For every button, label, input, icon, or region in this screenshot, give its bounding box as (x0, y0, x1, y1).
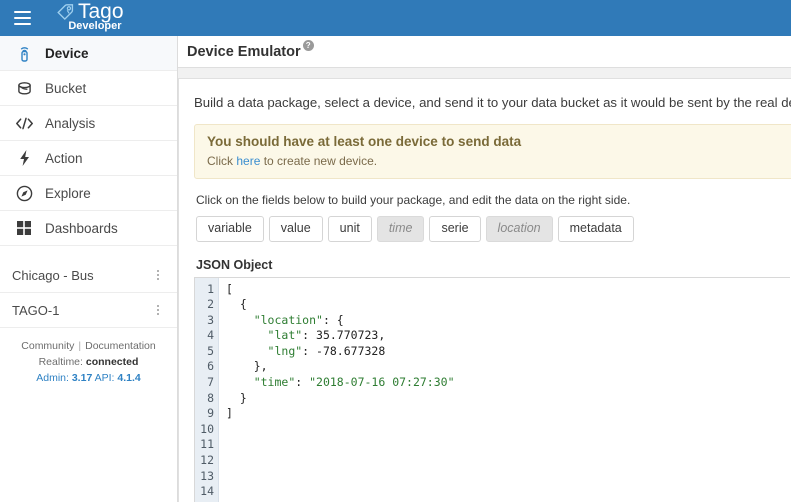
kebab-menu-icon[interactable] (151, 304, 165, 316)
bucket-icon (14, 78, 34, 98)
line-number: 3 (207, 312, 214, 327)
code-line: ] (226, 406, 233, 421)
emulator-card: Build a data package, select a device, a… (178, 78, 791, 502)
code-line: } (226, 390, 247, 405)
realtime-label: Realtime: (38, 356, 83, 368)
device-sensor-icon (14, 43, 34, 63)
line-number: 5 (207, 343, 214, 358)
editor-code-area[interactable]: [ { "location": { "lat": 35.770723, "lng… (219, 278, 790, 502)
version-row: Admin: 3.17 API: 4.1.4 (0, 370, 177, 386)
footer-separator: | (78, 340, 82, 352)
code-line: }, (226, 359, 268, 374)
chip-metadata[interactable]: metadata (557, 216, 634, 242)
brand-logo-area[interactable]: Tago Developer (55, 1, 124, 32)
json-editor[interactable]: 1 2 3 4 5 6 7 8 9 10 11 12 13 14 15 [ { (194, 276, 790, 502)
code-line: "lat": 35.770723, (267, 328, 386, 343)
device-name: Chicago - Bus (12, 267, 94, 283)
line-number: 12 (200, 453, 214, 468)
line-number: 14 (200, 484, 214, 499)
page-title: Device Emulator (187, 43, 301, 60)
grid-squares-icon (14, 218, 34, 238)
intro-text: Build a data package, select a device, a… (194, 95, 791, 110)
editor-line-numbers: 1 2 3 4 5 6 7 8 9 10 11 12 13 14 15 (195, 277, 219, 502)
code-line: "location": { (253, 312, 344, 327)
realtime-status-row: Realtime: connected (0, 354, 177, 370)
compass-icon (14, 183, 34, 203)
line-number: 7 (207, 375, 214, 390)
sidebar-item-label: Device (45, 45, 89, 61)
sidebar: Device Bucket Analysis Action Explore Da… (0, 36, 178, 502)
alert-suffix: to create new device. (260, 154, 378, 168)
sidebar-item-action[interactable]: Action (0, 141, 177, 176)
no-device-alert: You should have at least one device to s… (194, 124, 791, 179)
code-line: "lng": -78.677328 (267, 343, 386, 358)
sidebar-item-explore[interactable]: Explore (0, 176, 177, 211)
chip-unit[interactable]: unit (327, 216, 372, 242)
sidebar-item-label: Analysis (45, 115, 96, 131)
top-bar: Tago Developer (0, 0, 791, 36)
alert-subtitle: Click here to create new device. (207, 154, 785, 168)
sidebar-item-dashboards[interactable]: Dashboards (0, 211, 177, 246)
hamburger-menu-icon[interactable] (4, 0, 40, 36)
admin-label: Admin: (36, 372, 69, 384)
chip-variable[interactable]: variable (196, 216, 264, 242)
sidebar-device-tago-1[interactable]: TAGO-1 (0, 293, 177, 328)
sidebar-item-label: Dashboards (45, 220, 118, 236)
sidebar-footer: Community | Documentation Realtime: connec… (0, 338, 177, 386)
line-number: 6 (207, 359, 214, 374)
api-version: 4.1.4 (117, 372, 141, 384)
community-link[interactable]: Community (21, 340, 74, 352)
chip-location[interactable]: location (485, 216, 553, 242)
code-line: "time": "2018-07-16 07:27:30" (253, 375, 455, 390)
sidebar-item-analysis[interactable]: Analysis (0, 106, 177, 141)
alert-prefix: Click (207, 154, 237, 168)
field-chip-group: variable value unit time serie location … (196, 216, 791, 242)
sidebar-item-label: Bucket (45, 80, 87, 96)
chip-value[interactable]: value (268, 216, 323, 242)
realtime-status: connected (85, 356, 139, 368)
sidebar-device-chicago-bus[interactable]: Chicago - Bus (0, 258, 177, 293)
admin-version: 3.17 (71, 372, 93, 384)
code-line: { (226, 297, 247, 312)
sidebar-item-device[interactable]: Device (0, 36, 177, 71)
code-brackets-icon (14, 113, 34, 133)
line-number: 1 (207, 281, 214, 296)
sidebar-item-bucket[interactable]: Bucket (0, 71, 177, 106)
brand-subtitle: Developer (68, 20, 122, 32)
help-question-icon[interactable]: ? (302, 40, 314, 51)
kebab-menu-icon[interactable] (151, 269, 165, 281)
lightning-bolt-icon (14, 148, 34, 168)
alert-title: You should have at least one device to s… (207, 134, 522, 149)
line-number: 2 (207, 297, 214, 312)
line-number: 8 (207, 390, 214, 405)
line-number: 11 (200, 437, 214, 452)
create-device-link[interactable]: here (236, 154, 260, 168)
code-line: [ (226, 281, 233, 296)
sidebar-divider (0, 246, 177, 258)
page-header: Device Emulator ? (178, 36, 791, 68)
main-content: Device Emulator ? Build a data package, … (178, 36, 791, 502)
chip-time[interactable]: time (376, 216, 425, 242)
documentation-link[interactable]: Documentation (85, 340, 156, 352)
fields-hint: Click on the fields below to build your … (196, 193, 631, 207)
json-object-label: JSON Object (196, 257, 273, 272)
api-label: API: (94, 372, 115, 384)
device-name: TAGO-1 (12, 302, 60, 318)
sidebar-item-label: Action (45, 150, 83, 166)
line-number: 4 (207, 328, 214, 343)
device-emulator-page: Tago Developer Device Bucket Analysis Ac… (0, 0, 791, 502)
line-number: 13 (200, 468, 214, 483)
sidebar-item-label: Explore (45, 185, 91, 201)
chip-serie[interactable]: serie (429, 216, 481, 242)
line-number: 9 (207, 406, 214, 421)
line-number: 10 (200, 421, 214, 436)
